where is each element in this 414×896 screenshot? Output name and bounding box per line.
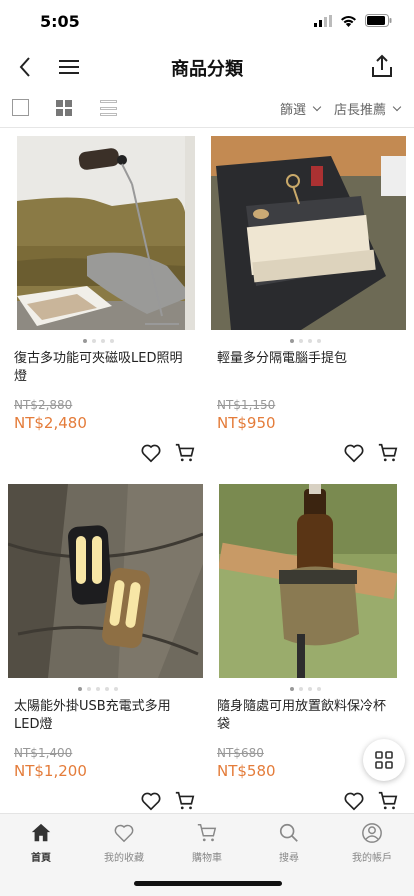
tab-account[interactable]: 我的帳戶 <box>331 822 413 864</box>
product-image-laptop-bag[interactable] <box>211 136 406 330</box>
single-view-icon[interactable] <box>12 99 29 116</box>
filter-button[interactable]: 篩選 <box>280 99 322 118</box>
tab-search[interactable]: 搜尋 <box>248 822 330 864</box>
tab-label: 首頁 <box>31 853 51 864</box>
tab-label: 我的帳戶 <box>352 853 392 864</box>
home-indicator <box>134 881 282 886</box>
listing-toolbar: 篩選 店長推薦 <box>0 90 414 128</box>
share-button[interactable] <box>368 50 396 82</box>
sort-button[interactable]: 店長推薦 <box>334 99 402 118</box>
product-name[interactable]: 隨身隨處可用放置飲料保冷杯袋 <box>217 698 397 734</box>
product-original-price: NT$1,400 <box>14 746 73 760</box>
product-price: NT$1,200 <box>14 762 87 780</box>
add-to-favorites-button[interactable] <box>140 442 162 464</box>
lamp-photo <box>17 136 195 330</box>
status-time: 5:05 <box>40 12 80 31</box>
add-to-favorites-button[interactable] <box>140 790 162 812</box>
laptop-bag-photo <box>211 136 406 330</box>
category-grid-fab[interactable] <box>363 739 405 781</box>
home-icon <box>31 823 51 842</box>
image-pagination-dots <box>207 339 403 343</box>
add-to-cart-button[interactable] <box>174 442 196 464</box>
battery-icon <box>365 14 392 27</box>
cart-icon <box>175 791 195 810</box>
nav-bar: 商品分類 <box>0 44 414 90</box>
chevron-down-icon <box>312 102 322 112</box>
tab-label: 搜尋 <box>279 853 299 864</box>
product-name[interactable]: 復古多功能可夾磁吸LED照明燈 <box>14 350 194 386</box>
product-name[interactable]: 太陽能外掛USB充電式多用LED燈 <box>14 698 194 734</box>
share-icon <box>372 54 392 77</box>
filter-label: 篩選 <box>280 103 307 118</box>
cellular-signal-icon <box>314 14 332 27</box>
status-bar: 5:05 <box>0 0 414 44</box>
product-image-lamp[interactable] <box>17 136 195 330</box>
cart-icon <box>378 443 398 462</box>
product-card[interactable]: 輕量多分隔電腦手提包 NT$1,150 NT$950 <box>207 128 406 468</box>
account-icon <box>362 823 382 843</box>
grid-icon <box>375 751 393 769</box>
product-original-price: NT$680 <box>217 746 264 760</box>
page-title: 商品分類 <box>171 59 243 80</box>
grid-view-icon[interactable] <box>56 100 72 116</box>
tab-label: 購物車 <box>192 853 222 864</box>
status-icons <box>314 14 392 27</box>
add-to-cart-button[interactable] <box>377 442 399 464</box>
product-price: NT$580 <box>217 762 276 780</box>
cart-icon <box>175 443 195 462</box>
heart-icon <box>344 444 364 463</box>
tab-favorites[interactable]: 我的收藏 <box>83 822 165 864</box>
cart-icon <box>378 791 398 810</box>
product-card[interactable]: 復古多功能可夾磁吸LED照明燈 NT$2,880 NT$2,480 <box>0 128 196 468</box>
search-icon <box>279 823 298 842</box>
wifi-icon <box>341 15 356 27</box>
drink-holder-photo <box>219 484 397 678</box>
product-name[interactable]: 輕量多分隔電腦手提包 <box>217 350 397 368</box>
tab-label: 我的收藏 <box>104 853 144 864</box>
image-pagination-dots <box>207 687 403 691</box>
image-pagination-dots <box>0 339 196 343</box>
heart-icon <box>344 792 364 811</box>
product-original-price: NT$1,150 <box>217 398 276 412</box>
tab-cart[interactable]: 購物車 <box>166 822 248 864</box>
sort-label: 店長推薦 <box>334 103 387 118</box>
tab-home[interactable]: 首頁 <box>0 822 82 864</box>
product-price: NT$950 <box>217 414 276 432</box>
product-card[interactable]: 太陽能外掛USB充電式多用LED燈 NT$1,400 NT$1,200 <box>0 476 203 816</box>
heart-icon <box>141 444 161 463</box>
chevron-down-icon <box>392 102 402 112</box>
product-image-drink-holder[interactable] <box>219 484 397 678</box>
product-image-solar-led[interactable] <box>8 484 203 678</box>
list-view-icon[interactable] <box>100 100 117 116</box>
heart-icon <box>141 792 161 811</box>
add-to-cart-button[interactable] <box>174 790 196 812</box>
add-to-favorites-button[interactable] <box>343 442 365 464</box>
product-original-price: NT$2,880 <box>14 398 73 412</box>
image-pagination-dots <box>0 687 196 691</box>
heart-icon <box>114 824 134 843</box>
solar-led-photo <box>8 484 203 678</box>
add-to-favorites-button[interactable] <box>343 790 365 812</box>
product-price: NT$2,480 <box>14 414 87 432</box>
add-to-cart-button[interactable] <box>377 790 399 812</box>
cart-icon <box>197 824 217 842</box>
